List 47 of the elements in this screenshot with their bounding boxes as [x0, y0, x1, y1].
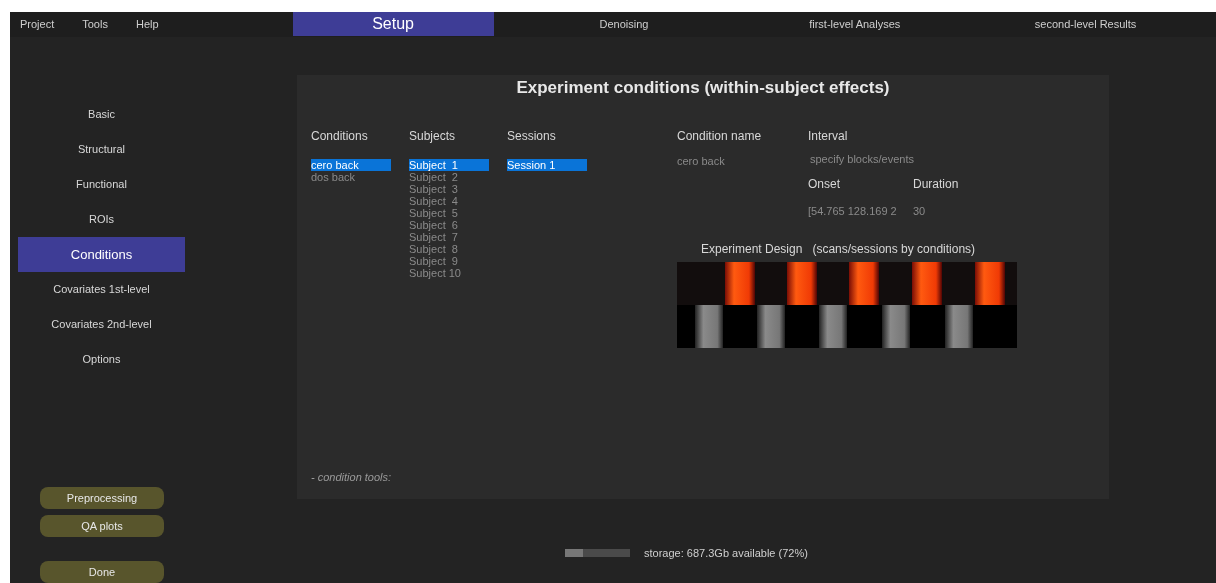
list-item[interactable]: Subject 5 — [409, 206, 489, 219]
sidebar-item[interactable]: ROIs — [18, 202, 185, 237]
condition-name-field[interactable]: cero back — [677, 152, 808, 169]
field-label: Interval — [808, 127, 849, 145]
sidebar-item[interactable]: Conditions — [18, 237, 185, 272]
tab[interactable]: Denoising — [523, 12, 725, 36]
storage-bar — [565, 549, 630, 558]
action-button[interactable]: QA plots — [40, 515, 164, 537]
menu-item[interactable]: Project — [20, 16, 55, 33]
sidebar-item[interactable]: Covariates 1st-level — [18, 272, 185, 307]
list-item[interactable]: Subject 9 — [409, 254, 489, 267]
duration-field[interactable]: 30 — [913, 203, 959, 220]
list-item[interactable]: dos back — [311, 170, 391, 183]
design-title: Experiment Design (scans/sessions by conditions) — [701, 240, 977, 258]
sidebar-item[interactable]: Structural — [18, 132, 185, 167]
list-item[interactable]: Subject 8 — [409, 242, 489, 255]
done-button[interactable]: Done — [40, 561, 164, 583]
sidebar-item[interactable]: Covariates 2nd-level — [18, 307, 185, 342]
tab[interactable]: first-level Analyses — [754, 12, 956, 36]
list-item[interactable]: Session 1 — [507, 158, 587, 171]
list-item[interactable]: Subject 2 — [409, 170, 489, 183]
field-label: Duration — [913, 176, 959, 193]
list-item[interactable]: Subject 10 — [409, 266, 489, 279]
list-item[interactable]: cero back — [311, 158, 391, 171]
column-label: Sessions — [507, 127, 557, 145]
menu-item[interactable]: Help — [135, 16, 159, 33]
column-label: Conditions — [311, 127, 369, 145]
panel-title: Experiment conditions (within-subject effects) — [516, 77, 890, 99]
list-item[interactable]: Subject 1 — [409, 158, 489, 171]
storage-text: storage: 687.3Gb available (72%) — [644, 546, 808, 561]
interval-dropdown[interactable]: specify blocks/events — [810, 150, 959, 167]
list-item[interactable]: Subject 7 — [409, 230, 489, 243]
tab[interactable]: Setup — [292, 12, 494, 36]
tools-label: - condition tools: — [311, 469, 393, 485]
onset-field[interactable]: [54.765 128.169 2 — [808, 203, 913, 220]
menu-item[interactable]: Tools — [82, 16, 108, 33]
sidebar-item[interactable]: Basic — [18, 97, 185, 132]
column-label: Subjects — [409, 127, 457, 145]
list-item[interactable]: Subject 3 — [409, 182, 489, 195]
list-item[interactable]: Subject 6 — [409, 218, 489, 231]
field-label: Onset — [808, 176, 841, 193]
sidebar-item[interactable]: Options — [18, 342, 185, 377]
field-label: Condition name — [677, 127, 763, 145]
list-item[interactable]: Subject 4 — [409, 194, 489, 207]
action-button[interactable]: Preprocessing — [40, 487, 164, 509]
tab[interactable]: second-level Results — [985, 12, 1186, 36]
sidebar-item[interactable]: Functional — [18, 167, 185, 202]
